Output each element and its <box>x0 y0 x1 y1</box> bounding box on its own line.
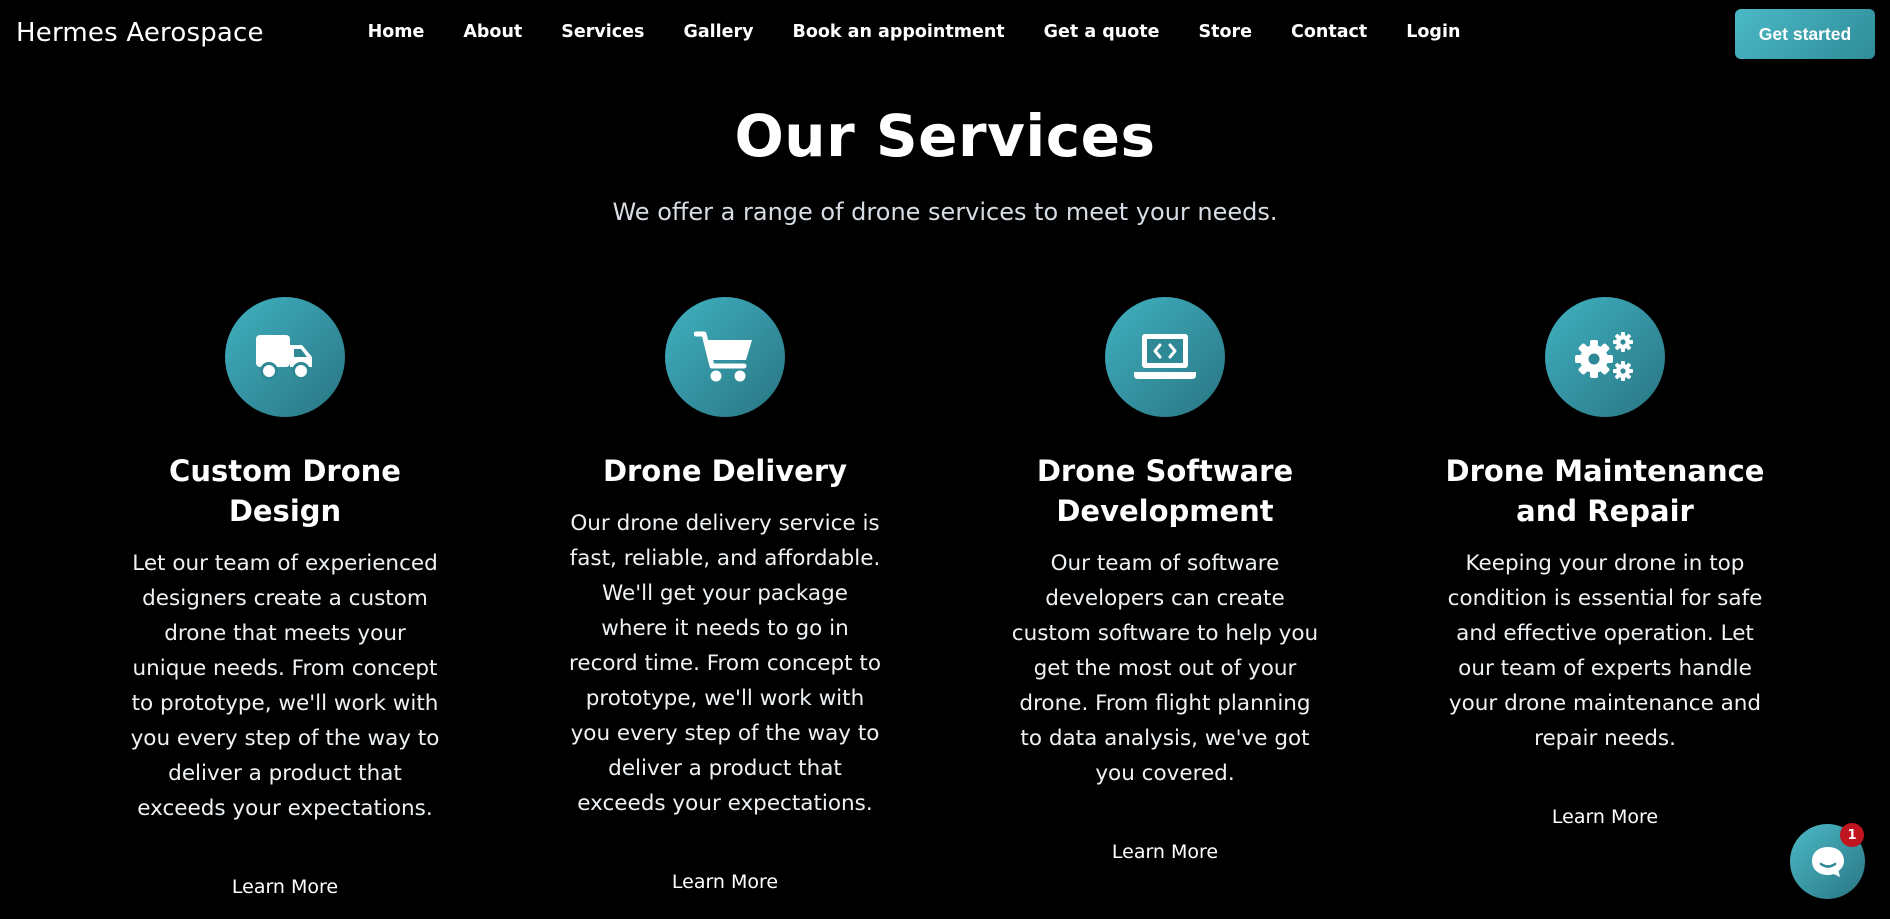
learn-more-link[interactable]: Learn More <box>1552 806 1658 828</box>
service-description: Our team of software developers can crea… <box>1011 551 1319 786</box>
service-card-drone-delivery: Drone Delivery Our drone delivery servic… <box>545 297 905 893</box>
laptop-code-icon <box>1134 334 1196 379</box>
services-list: Custom Drone Design Let our team of expe… <box>0 297 1890 898</box>
service-card-drone-software-development: Drone Software Development Our team of s… <box>985 297 1345 863</box>
nav-login[interactable]: Login <box>1387 22 1480 42</box>
nav-contact[interactable]: Contact <box>1272 22 1387 42</box>
service-title: Drone Delivery <box>602 454 848 488</box>
service-title: Drone Software Development <box>1036 454 1294 528</box>
notification-badge: 1 <box>1840 823 1864 847</box>
shopping-cart-icon <box>694 331 752 382</box>
page-subtitle: We offer a range of drone services to me… <box>612 198 1278 226</box>
main-nav: Home About Services Gallery Book an appo… <box>0 22 1890 42</box>
page-title: Our Services <box>734 102 1156 170</box>
nav-services[interactable]: Services <box>542 22 664 42</box>
brand-logo[interactable]: Hermes Aerospace <box>16 18 264 48</box>
navbar: Hermes Aerospace Home About Services Gal… <box>0 0 1890 72</box>
learn-more-link[interactable]: Learn More <box>232 876 338 898</box>
gears-icon <box>1575 332 1633 381</box>
service-title: Custom Drone Design <box>169 454 401 528</box>
service-icon-circle <box>1545 297 1665 417</box>
service-description: Let our team of experienced designers cr… <box>130 551 440 821</box>
service-description: Our drone delivery service is fast, reli… <box>568 511 881 816</box>
service-icon-circle <box>1105 297 1225 417</box>
nav-book-appointment[interactable]: Book an appointment <box>773 22 1024 42</box>
chat-icon <box>1811 846 1844 877</box>
service-title: Drone Maintenance and Repair <box>1445 454 1765 528</box>
service-icon-circle <box>665 297 785 417</box>
learn-more-link[interactable]: Learn More <box>672 871 778 893</box>
nav-about[interactable]: About <box>444 22 542 42</box>
truck-icon <box>256 335 312 380</box>
learn-more-link[interactable]: Learn More <box>1112 841 1218 863</box>
service-description: Keeping your drone in top condition is e… <box>1447 551 1763 751</box>
service-card-drone-maintenance-repair: Drone Maintenance and Repair Keeping you… <box>1425 297 1785 828</box>
nav-home[interactable]: Home <box>348 22 444 42</box>
nav-store[interactable]: Store <box>1179 22 1272 42</box>
service-icon-circle <box>225 297 345 417</box>
service-card-custom-drone-design: Custom Drone Design Let our team of expe… <box>105 297 465 898</box>
get-started-button[interactable]: Get started <box>1735 9 1875 59</box>
nav-gallery[interactable]: Gallery <box>664 22 773 42</box>
nav-get-quote[interactable]: Get a quote <box>1024 22 1179 42</box>
